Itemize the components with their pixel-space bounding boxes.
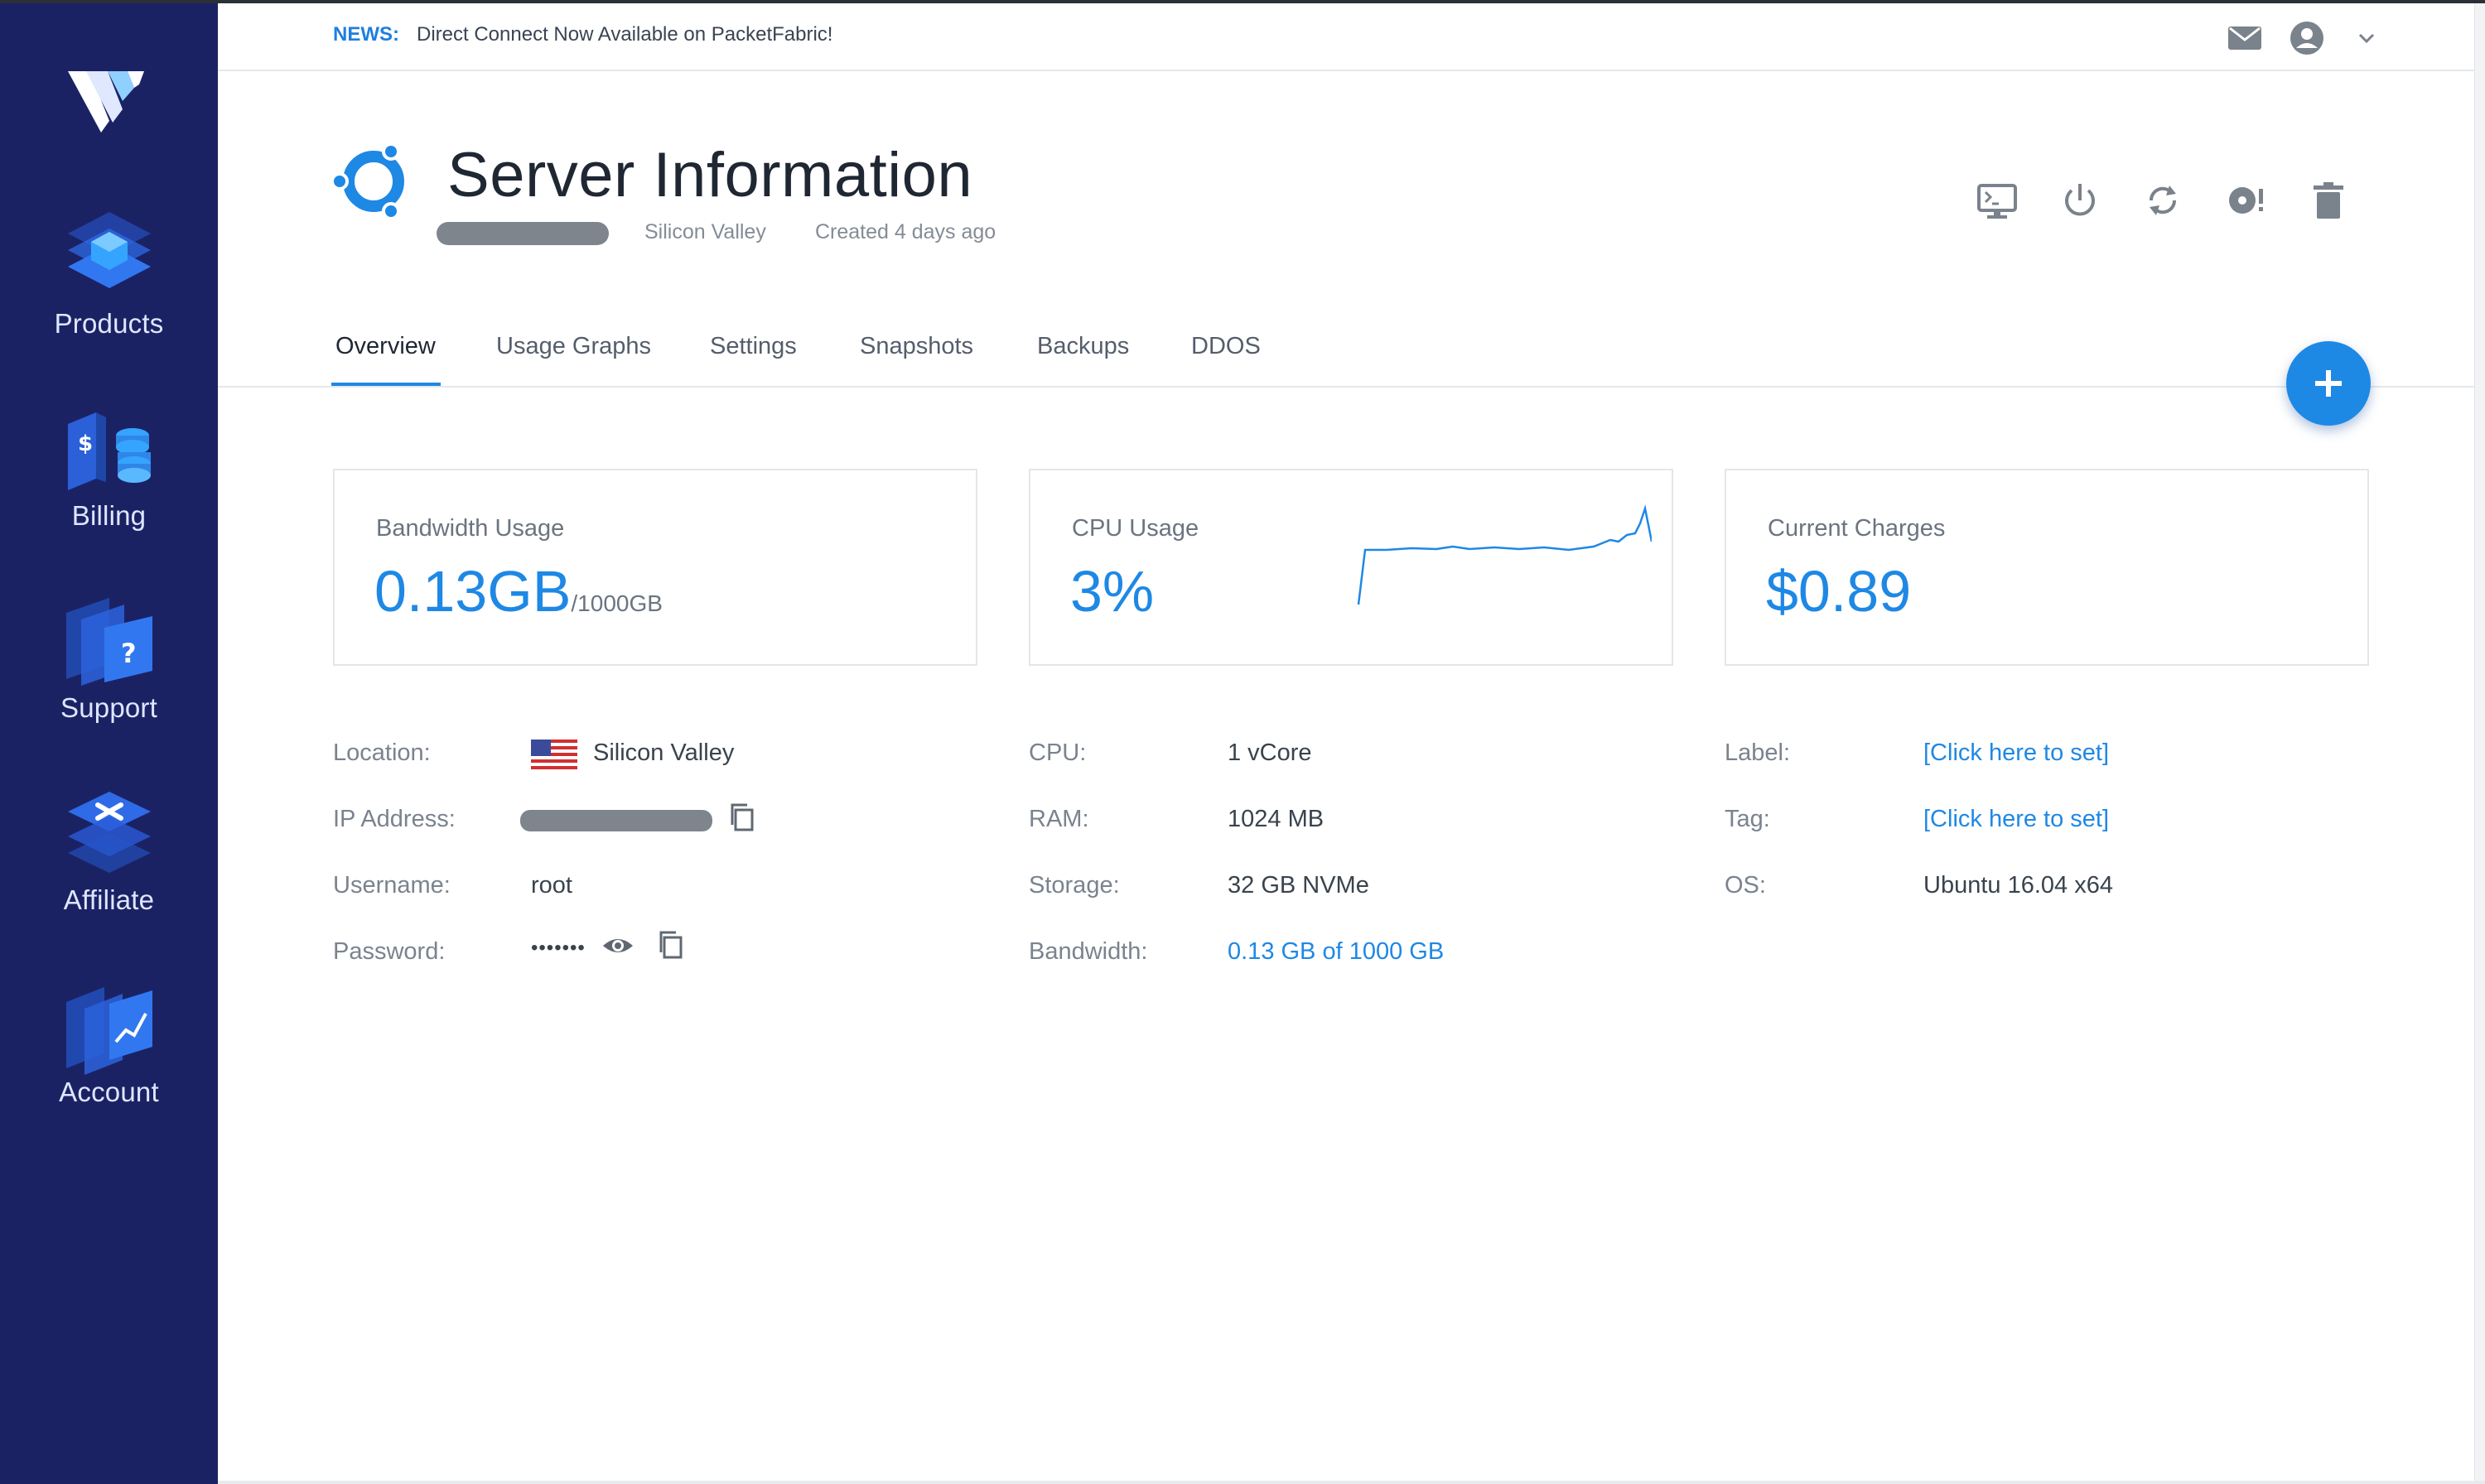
plus-icon [2315,370,2342,397]
us-flag-icon [531,740,577,769]
password-value: ••••••• [531,937,586,959]
chevron-down-icon[interactable] [2348,20,2385,56]
ram-label: RAM: [1029,806,1089,832]
tab-ddos[interactable]: DDOS [1191,333,1261,360]
trash-icon[interactable] [2305,177,2352,224]
set-tag-link[interactable]: [Click here to set] [1923,806,2109,833]
storage-label: Storage: [1029,872,1120,899]
storage-value: 32 GB NVMe [1228,872,1369,899]
page-title: Server Information [447,140,973,210]
sidebar-item-products[interactable]: Products [0,207,218,364]
power-icon[interactable] [2057,177,2103,224]
bandwidth-link[interactable]: 0.13 GB of 1000 GB [1228,938,1444,966]
label-label: Label: [1725,740,1791,766]
set-label-link[interactable]: [Click here to set] [1923,740,2109,767]
user-avatar-icon[interactable] [2289,20,2325,56]
bandwidth-limit: /1000GB [571,590,663,616]
charges-value: $0.89 [1766,559,1912,624]
card-title: Current Charges [1768,515,1946,542]
tag-label: Tag: [1725,806,1770,832]
bandwidth-amount: 0.13GB [374,559,572,624]
sidebar-item-account[interactable]: Account [0,976,218,1133]
tab-settings[interactable]: Settings [710,333,797,360]
reinstall-icon[interactable] [2222,177,2269,224]
ip-address-label: IP Address: [333,806,456,832]
restart-icon[interactable] [2140,177,2186,224]
sidebar-item-label: Account [59,1077,159,1107]
tab-overview[interactable]: Overview [335,333,436,360]
sidebar-item-support[interactable]: ? Support [0,591,218,749]
password-label: Password: [333,938,446,965]
products-icon [68,212,151,288]
tab-usage-graphs[interactable]: Usage Graphs [496,333,651,360]
billing-icon: $ [68,412,151,490]
vultr-logo[interactable] [68,63,144,132]
bandwidth-value: 0.13GB/1000GB [374,558,663,624]
server-location: Silicon Valley [644,220,766,243]
server-created: Created 4 days ago [815,220,996,243]
os-value: Ubuntu 16.04 x64 [1923,872,2113,899]
username-label: Username: [333,872,451,899]
mail-icon[interactable] [2227,20,2263,56]
tabs-divider [218,386,2475,388]
bandwidth-usage-card: Bandwidth Usage 0.13GB/1000GB [333,469,977,666]
sidebar-item-label: Support [60,692,157,723]
username-value: root [531,872,572,899]
cpu-sparkline [1357,504,1652,605]
tab-backups[interactable]: Backups [1037,333,1129,360]
ubuntu-icon [331,142,404,220]
news-label: NEWS: [333,23,399,46]
scrollbar-track[interactable] [2474,3,2485,1484]
console-icon[interactable] [1974,177,2020,224]
sidebar-item-affiliate[interactable]: Affiliate [0,783,218,941]
tab-snapshots[interactable]: Snapshots [860,333,973,360]
svg-text:?: ? [121,638,137,669]
card-title: Bandwidth Usage [376,515,565,542]
location-value: Silicon Valley [593,740,735,766]
news-link[interactable]: Direct Connect Now Available on PacketFa… [417,23,832,46]
account-icon [66,987,152,1075]
sidebar-item-billing[interactable]: $ Billing [0,399,218,556]
bottom-border [218,1481,2485,1484]
add-button[interactable] [2286,341,2371,426]
cpu-value: 3% [1070,559,1155,624]
sidebar-item-label: Products [54,308,164,339]
ip-address-redacted [520,810,712,831]
affiliate-icon [68,792,151,873]
card-title: CPU Usage [1072,515,1199,542]
current-charges-card: Current Charges $0.89 [1725,469,2369,666]
copy-icon[interactable] [726,802,759,835]
cpu-label: CPU: [1029,740,1087,766]
sidebar-item-label: Billing [71,500,147,531]
sidebar-item-label: Affiliate [63,884,155,915]
support-icon: ? [66,598,152,686]
copy-icon[interactable] [654,929,688,962]
cpu-usage-card: CPU Usage 3% [1029,469,1673,666]
location-label: Location: [333,740,431,766]
hostname-redacted [437,222,609,245]
sidebar: Products $ Billing ? Support Affiliate A… [0,3,218,1484]
svg-text:$: $ [78,431,93,456]
cpu-value: 1 vCore [1228,740,1312,766]
ram-value: 1024 MB [1228,806,1325,832]
bandwidth-label: Bandwidth: [1029,938,1148,965]
os-label: OS: [1725,872,1766,899]
eye-icon[interactable] [601,929,635,962]
news-bar: NEWS: Direct Connect Now Available on Pa… [218,3,2475,71]
